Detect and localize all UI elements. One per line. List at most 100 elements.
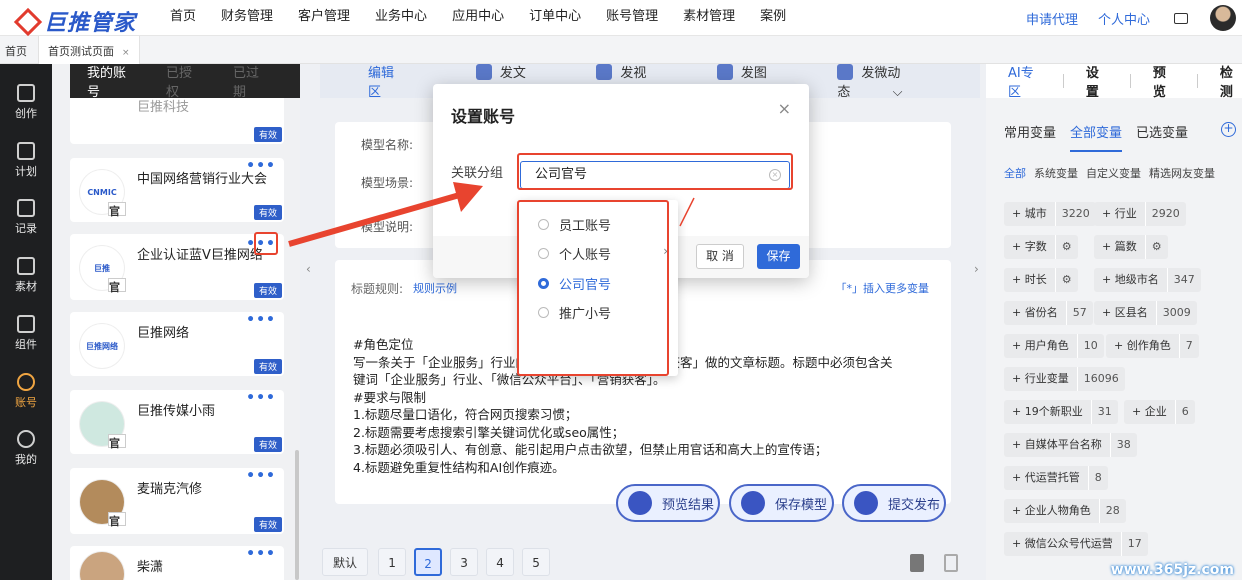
rail-item-me[interactable]: 我的: [0, 430, 52, 467]
account-card[interactable]: 柴潇 •••: [70, 546, 284, 580]
more-icon[interactable]: •••: [246, 158, 276, 174]
page-1[interactable]: 1: [378, 548, 407, 576]
insert-variable-link[interactable]: 「*」插入更多变量: [836, 280, 930, 296]
add-variable-icon[interactable]: +: [1221, 122, 1236, 137]
gear-icon[interactable]: ⚙: [1054, 235, 1078, 259]
rail-item-records[interactable]: 记录: [0, 199, 52, 236]
tab-ai-zone[interactable]: AI专区: [1008, 62, 1041, 100]
tab-expired[interactable]: 已过期: [233, 64, 269, 100]
rail-item-accounts[interactable]: 账号: [0, 373, 52, 410]
variable-tag[interactable]: + 创作角色 7: [1106, 334, 1199, 358]
close-icon[interactable]: ×: [778, 99, 791, 118]
tab-settings[interactable]: 设置: [1086, 62, 1108, 100]
tab-current[interactable]: 首页测试页面 ×: [38, 36, 140, 64]
save-button[interactable]: 保存: [757, 244, 800, 269]
tab-editor[interactable]: 编辑区: [368, 62, 400, 100]
more-icon[interactable]: •••: [246, 390, 276, 406]
variable-tag[interactable]: + 用户角色 10: [1004, 334, 1104, 358]
variable-tag[interactable]: + 地级市名 347: [1094, 268, 1201, 292]
variable-tag[interactable]: + 区县名 3009: [1094, 301, 1197, 325]
rail-item-plan[interactable]: 计划: [0, 142, 52, 179]
tab-preview[interactable]: 预览: [1153, 62, 1175, 100]
tab-all-vars[interactable]: 全部变量: [1070, 122, 1123, 152]
variable-tag[interactable]: + 企业人物角色 28: [1004, 499, 1126, 523]
tab-common-vars[interactable]: 常用变量: [1004, 122, 1056, 152]
variable-tag[interactable]: + 城市 3220: [1004, 202, 1096, 226]
variable-tag[interactable]: + 19个新职业 31: [1004, 400, 1118, 424]
account-card[interactable]: 巨推网络 巨推网络 ••• 有效: [70, 312, 284, 376]
cancel-button[interactable]: 取 消: [696, 244, 744, 269]
variable-tag[interactable]: + 篇数 ⚙: [1094, 235, 1168, 259]
variable-tag[interactable]: + 省份名 57: [1004, 301, 1093, 325]
more-highlight-box: [254, 232, 278, 255]
rule-example-link[interactable]: 规则示例: [413, 280, 457, 296]
save-model-button[interactable]: 保存模型: [729, 484, 834, 522]
nav-item-apps[interactable]: 应用中心: [452, 0, 504, 36]
account-card[interactable]: 巨推科技 有效: [70, 94, 284, 144]
page-4[interactable]: 4: [486, 548, 515, 576]
subtab-system[interactable]: 系统变量: [1034, 165, 1078, 181]
account-card[interactable]: 官 巨推传媒小雨 ••• 有效: [70, 390, 284, 454]
nav-item-finance[interactable]: 财务管理: [221, 0, 273, 36]
gear-icon[interactable]: ⚙: [1144, 235, 1168, 259]
subtab-custom[interactable]: 自定义变量: [1086, 165, 1141, 181]
nav-item-business[interactable]: 业务中心: [375, 0, 427, 36]
send-icon: [854, 491, 878, 515]
nav-item-accounts[interactable]: 账号管理: [606, 0, 658, 36]
variable-tag[interactable]: + 自媒体平台名称 38: [1004, 433, 1137, 457]
nav-item-materials[interactable]: 素材管理: [683, 0, 735, 36]
account-card[interactable]: 巨推官 企业认证蓝V巨推网络 ••• 有效: [70, 234, 284, 300]
tab-authorized[interactable]: 已授权: [166, 64, 202, 100]
copy-icon[interactable]: [910, 554, 924, 572]
tag-count: 7: [1178, 334, 1199, 358]
tag-label: + 19个新职业: [1012, 405, 1083, 418]
subtab-featured[interactable]: 精选网友变量: [1149, 165, 1215, 181]
account-card[interactable]: 官 麦瑞克汽修 ••• 有效: [70, 468, 284, 534]
more-icon[interactable]: •••: [246, 546, 276, 562]
preview-button[interactable]: 预览结果: [616, 484, 720, 522]
rail-item-components[interactable]: 组件: [0, 315, 52, 352]
variable-tag[interactable]: + 字数 ⚙: [1004, 235, 1078, 259]
tab-micro-post[interactable]: 发微动态 ⌵: [837, 62, 942, 100]
variable-tag[interactable]: + 行业 2920: [1094, 202, 1186, 226]
variable-tag[interactable]: + 微信公众号代运营 17: [1004, 532, 1148, 556]
page-3[interactable]: 3: [450, 548, 479, 576]
tab-close-icon[interactable]: ×: [122, 48, 130, 58]
more-icon[interactable]: •••: [246, 468, 276, 484]
tag-label: + 行业变量: [1012, 372, 1069, 385]
page-2[interactable]: 2: [414, 548, 443, 576]
account-name: 麦瑞克汽修: [137, 482, 203, 497]
tag-label: + 省份名: [1012, 306, 1058, 319]
variable-tag[interactable]: + 代运营托管 8: [1004, 466, 1108, 490]
tab-selected-vars[interactable]: 已选变量: [1136, 122, 1188, 152]
personal-center-link[interactable]: 个人中心: [1098, 9, 1150, 28]
tab-home[interactable]: 首页: [5, 43, 27, 59]
variable-tag[interactable]: + 企业 6: [1124, 400, 1195, 424]
variable-tag[interactable]: + 时长 ⚙: [1004, 268, 1078, 292]
more-icon[interactable]: •••: [246, 312, 276, 328]
nav-item-customers[interactable]: 客户管理: [298, 0, 350, 36]
subtab-all[interactable]: 全部: [1004, 165, 1026, 181]
chevron-right-icon[interactable]: ›: [974, 262, 979, 276]
page-default[interactable]: 默认: [322, 548, 369, 576]
account-scrollbar[interactable]: [295, 450, 299, 580]
rail-item-create[interactable]: 创作: [0, 84, 52, 121]
rail-item-materials[interactable]: 素材: [0, 257, 52, 294]
chevron-left-icon[interactable]: ‹: [306, 262, 311, 276]
submit-publish-button[interactable]: 提交发布: [842, 484, 946, 522]
user-avatar[interactable]: [1210, 5, 1236, 31]
tab-my-accounts[interactable]: 我的账号: [87, 64, 135, 100]
nav-item-orders[interactable]: 订单中心: [529, 0, 581, 36]
nav-item-cases[interactable]: 案例: [760, 0, 786, 36]
apply-agent-link[interactable]: 申请代理: [1026, 9, 1078, 28]
variable-tag[interactable]: + 行业变量 16096: [1004, 367, 1125, 391]
nav-item-home[interactable]: 首页: [170, 0, 196, 36]
account-card[interactable]: CNMIC 官 中国网络营销行业大会 ••• 有效: [70, 158, 284, 222]
tab-check[interactable]: 检测: [1220, 62, 1242, 100]
gear-icon[interactable]: ⚙: [1054, 268, 1078, 292]
mail-icon[interactable]: [1174, 12, 1188, 24]
rail-label: 记录: [15, 222, 37, 235]
page-5[interactable]: 5: [522, 548, 551, 576]
app-logo[interactable]: 巨推管家: [13, 5, 136, 37]
trash-icon[interactable]: [944, 554, 958, 572]
